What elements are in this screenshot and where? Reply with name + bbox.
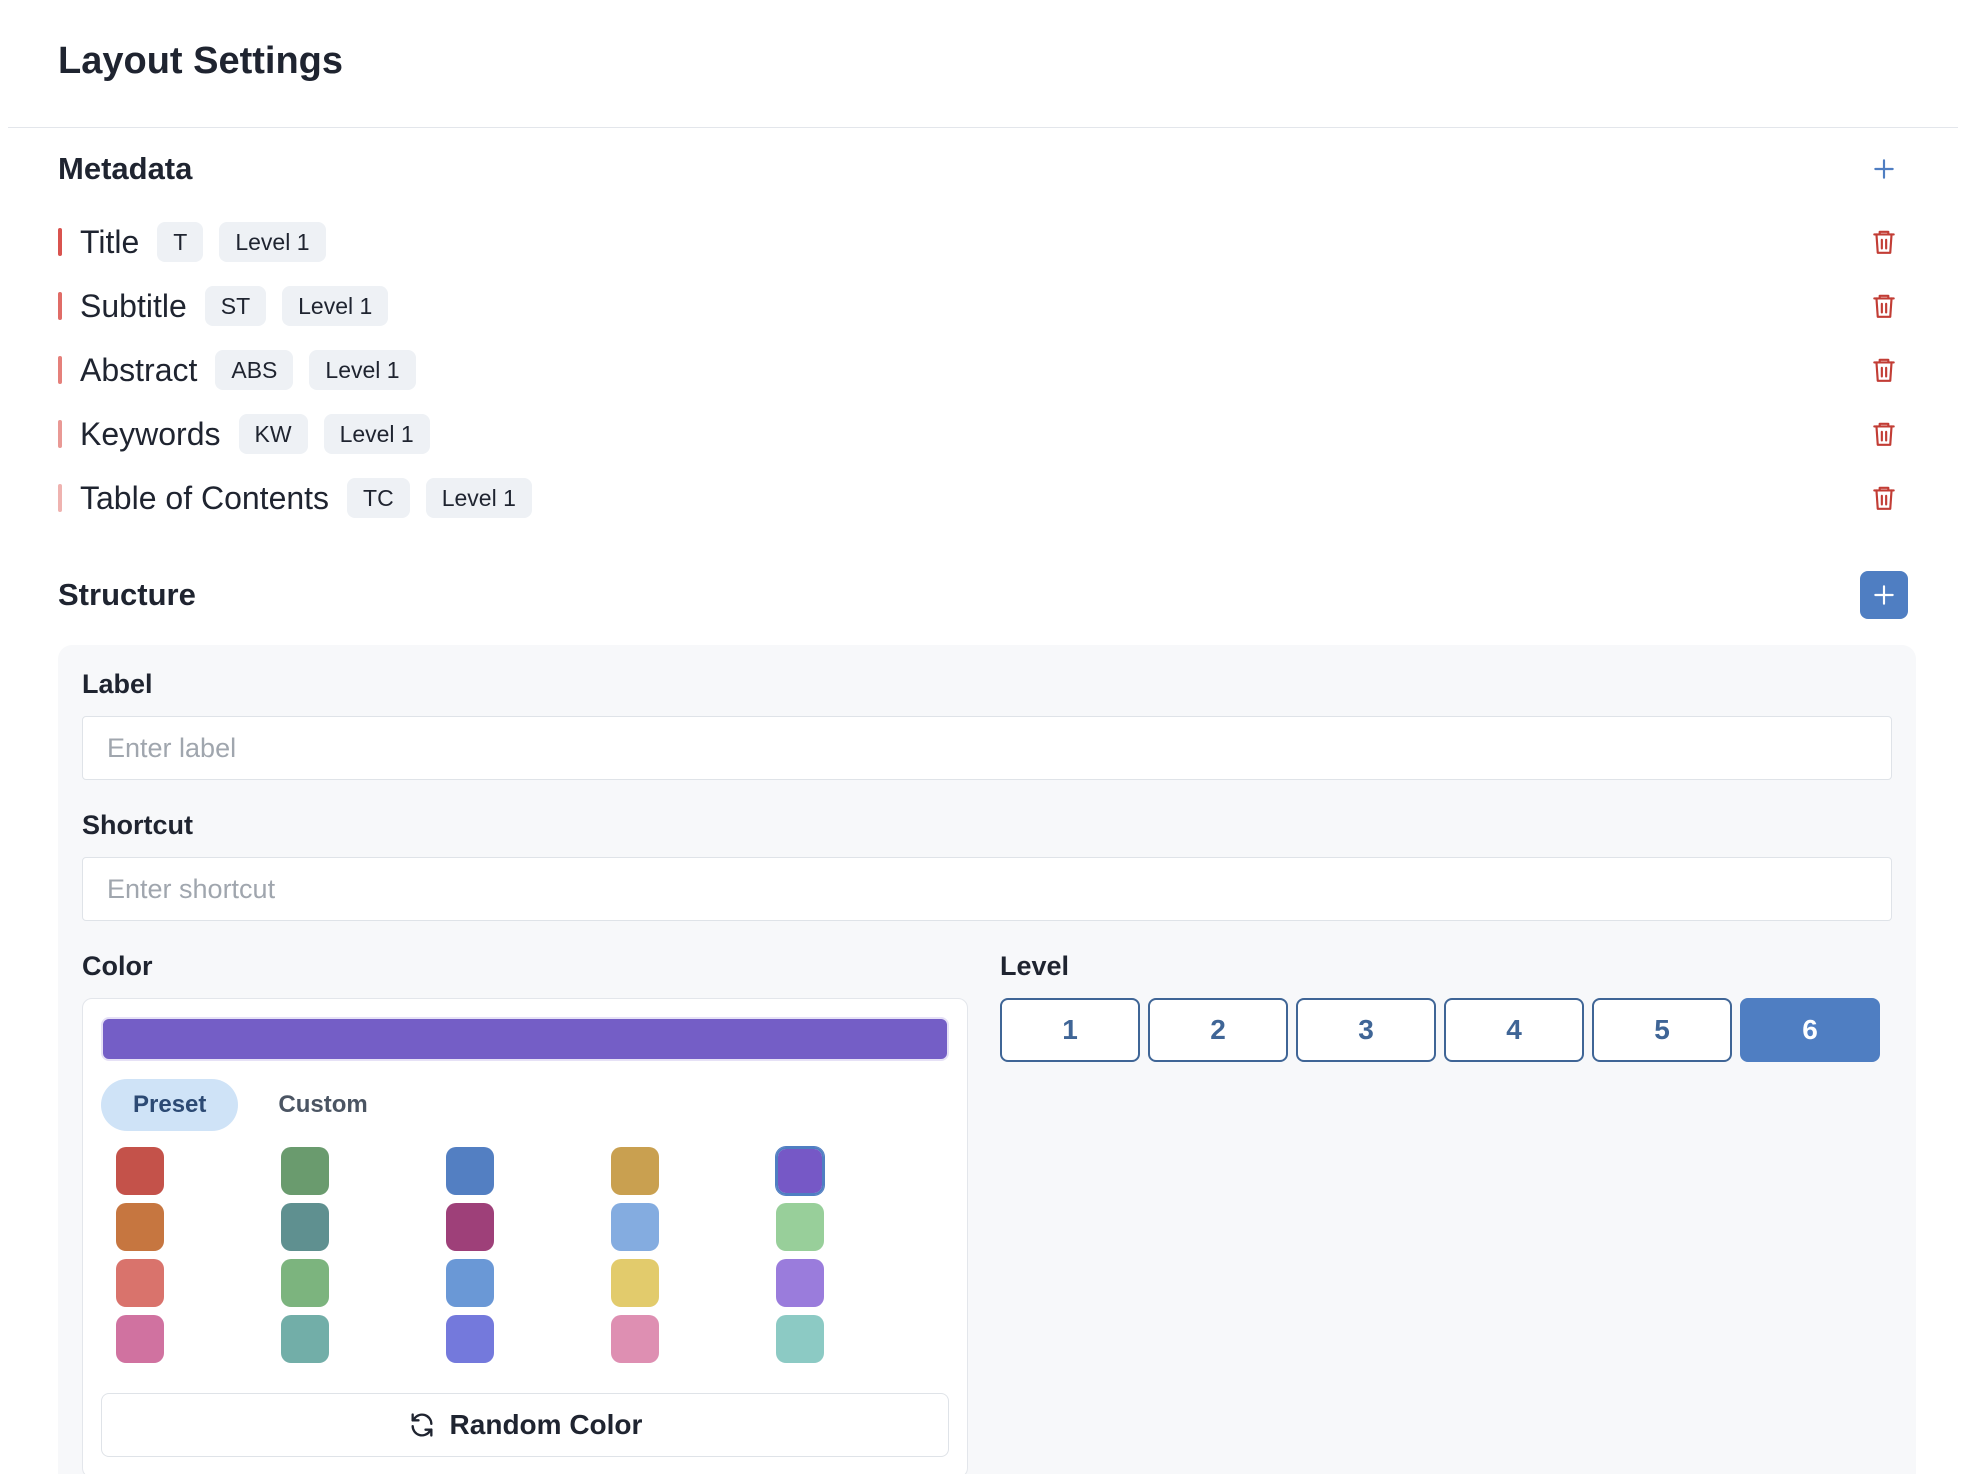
- color-field: Color Preset Custom Random Color: [82, 951, 968, 1474]
- metadata-label: Abstract: [80, 351, 198, 388]
- layout-settings-page: Layout Settings Metadata Title T Level 1: [0, 0, 1966, 1474]
- shortcut-chip: ABS: [215, 350, 294, 390]
- metadata-item[interactable]: Abstract ABS Level 1: [58, 338, 1908, 402]
- swatch-grid: [116, 1147, 949, 1363]
- add-structure-button[interactable]: [1860, 571, 1908, 619]
- label-field: Label: [82, 669, 1892, 780]
- metadata-item[interactable]: Subtitle ST Level 1: [58, 274, 1908, 338]
- delete-button[interactable]: [1860, 474, 1908, 522]
- color-swatch[interactable]: [116, 1315, 164, 1363]
- level-field: Level 1 2 3 4 5 6: [1000, 951, 1892, 1474]
- label-field-label: Label: [82, 669, 153, 699]
- shortcut-chip: TC: [347, 478, 410, 518]
- metadata-item[interactable]: Table of Contents TC Level 1: [58, 466, 1908, 530]
- metadata-label: Subtitle: [80, 287, 187, 324]
- color-swatch[interactable]: [116, 1259, 164, 1307]
- structure-section: Structure: [0, 560, 1966, 630]
- structure-title: Structure: [58, 577, 196, 612]
- color-swatch[interactable]: [611, 1203, 659, 1251]
- level-chip: Level 1: [219, 222, 326, 262]
- color-swatch[interactable]: [281, 1203, 329, 1251]
- random-color-label: Random Color: [449, 1409, 643, 1440]
- metadata-color-bar: [58, 356, 62, 384]
- color-preview: [101, 1017, 949, 1061]
- color-swatch[interactable]: [281, 1259, 329, 1307]
- metadata-label: Keywords: [80, 415, 221, 452]
- metadata-list: Title T Level 1 Subtitle ST Level 1 Abst…: [0, 210, 1966, 530]
- tab-preset[interactable]: Preset: [101, 1079, 239, 1131]
- level-button-1[interactable]: 1: [1000, 998, 1140, 1062]
- color-swatch[interactable]: [446, 1203, 494, 1251]
- page-header: Layout Settings: [8, 0, 1958, 128]
- trash-icon: [1873, 294, 1895, 318]
- color-swatch-selected[interactable]: [776, 1147, 824, 1195]
- trash-icon: [1873, 486, 1895, 510]
- page-title: Layout Settings: [58, 40, 344, 82]
- color-swatch[interactable]: [611, 1315, 659, 1363]
- metadata-item[interactable]: Title T Level 1: [58, 210, 1908, 274]
- color-swatch[interactable]: [776, 1315, 824, 1363]
- level-field-label: Level: [1000, 951, 1070, 981]
- color-swatch[interactable]: [281, 1315, 329, 1363]
- level-button-6[interactable]: 6: [1740, 998, 1880, 1062]
- label-input[interactable]: [82, 716, 1892, 780]
- color-swatch[interactable]: [116, 1147, 164, 1195]
- metadata-color-bar: [58, 420, 62, 448]
- color-swatch[interactable]: [776, 1203, 824, 1251]
- level-button-5[interactable]: 5: [1592, 998, 1732, 1062]
- trash-icon: [1873, 358, 1895, 382]
- color-swatch[interactable]: [611, 1147, 659, 1195]
- color-level-row: Color Preset Custom Random Color Level 1…: [82, 951, 1892, 1474]
- trash-icon: [1873, 230, 1895, 254]
- shortcut-chip: ST: [204, 286, 267, 326]
- level-button-3[interactable]: 3: [1296, 998, 1436, 1062]
- delete-button[interactable]: [1860, 282, 1908, 330]
- metadata-color-bar: [58, 484, 62, 512]
- level-chip: Level 1: [282, 286, 389, 326]
- trash-icon: [1873, 422, 1895, 446]
- delete-button[interactable]: [1860, 410, 1908, 458]
- level-chip: Level 1: [425, 478, 532, 518]
- color-swatch[interactable]: [116, 1203, 164, 1251]
- metadata-label: Table of Contents: [80, 479, 330, 516]
- level-button-2[interactable]: 2: [1148, 998, 1288, 1062]
- color-picker: Preset Custom Random Color: [82, 998, 968, 1474]
- refresh-icon: [411, 1413, 433, 1437]
- metadata-title: Metadata: [58, 151, 193, 186]
- add-metadata-button[interactable]: [1860, 145, 1908, 193]
- color-tabs: Preset Custom: [101, 1079, 949, 1131]
- random-color-button[interactable]: Random Color: [101, 1393, 949, 1457]
- level-chip: Level 1: [323, 414, 430, 454]
- color-swatch[interactable]: [611, 1259, 659, 1307]
- structure-header: Structure: [0, 560, 1966, 630]
- color-swatch[interactable]: [446, 1147, 494, 1195]
- metadata-section: Metadata Title T Level 1 Subtitle ST Lev…: [0, 128, 1966, 530]
- metadata-color-bar: [58, 228, 62, 256]
- delete-button[interactable]: [1860, 218, 1908, 266]
- shortcut-chip: KW: [238, 414, 308, 454]
- shortcut-field-label: Shortcut: [82, 810, 193, 840]
- plus-icon: [1874, 159, 1894, 179]
- tab-custom[interactable]: Custom: [246, 1079, 399, 1131]
- color-swatch[interactable]: [776, 1259, 824, 1307]
- shortcut-chip: T: [157, 222, 204, 262]
- metadata-header: Metadata: [0, 128, 1966, 210]
- metadata-color-bar: [58, 292, 62, 320]
- level-button-4[interactable]: 4: [1444, 998, 1584, 1062]
- metadata-item[interactable]: Keywords KW Level 1: [58, 402, 1908, 466]
- level-chip: Level 1: [309, 350, 416, 390]
- plus-icon: [1874, 585, 1894, 605]
- color-swatch[interactable]: [281, 1147, 329, 1195]
- level-options: 1 2 3 4 5 6: [1000, 998, 1892, 1062]
- color-field-label: Color: [82, 951, 153, 981]
- metadata-label: Title: [80, 223, 140, 260]
- delete-button[interactable]: [1860, 346, 1908, 394]
- structure-form: Label Shortcut Color Preset Custom: [58, 645, 1916, 1474]
- shortcut-field: Shortcut: [82, 810, 1892, 921]
- shortcut-input[interactable]: [82, 857, 1892, 921]
- color-swatch[interactable]: [446, 1259, 494, 1307]
- color-swatch[interactable]: [446, 1315, 494, 1363]
